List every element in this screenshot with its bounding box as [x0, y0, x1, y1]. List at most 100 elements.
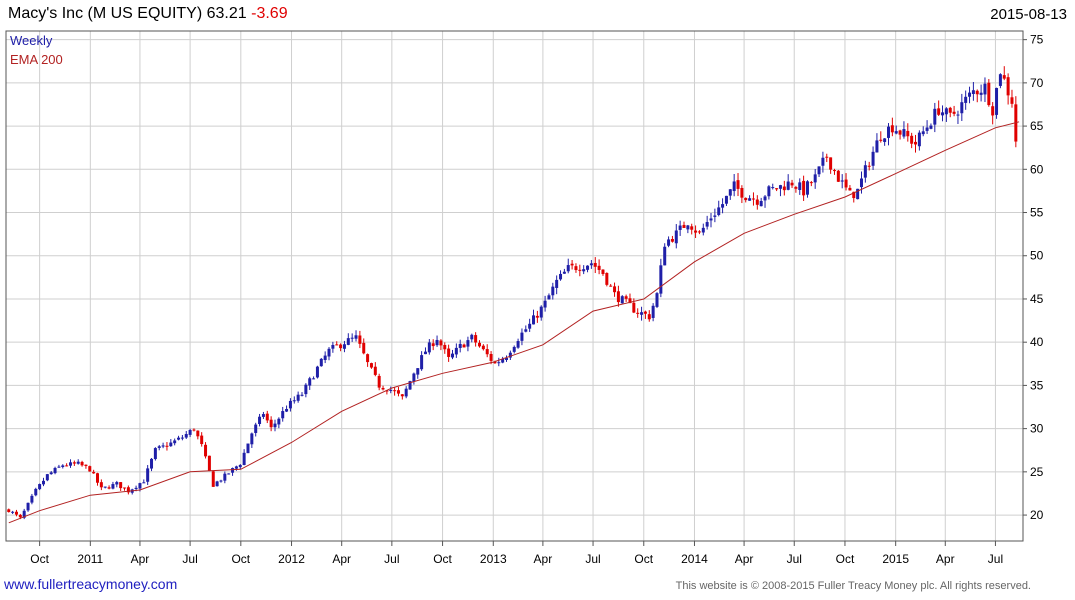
candle-body — [566, 265, 570, 272]
candle-body — [1006, 77, 1010, 96]
candle-body — [790, 182, 794, 186]
candle-body — [755, 199, 759, 205]
candle-body — [215, 481, 219, 487]
candle-body — [373, 366, 377, 375]
candle-body — [80, 461, 84, 466]
candle-body — [890, 125, 894, 133]
candle-body — [447, 348, 451, 357]
candle-body — [223, 473, 227, 481]
candle-body — [728, 189, 732, 196]
candle-body — [991, 106, 995, 116]
candle-body — [971, 90, 975, 94]
y-tick-label: 75 — [1030, 33, 1044, 47]
candle-body — [605, 272, 609, 285]
candle-body — [674, 230, 678, 244]
candle-body — [34, 488, 38, 496]
candle-body — [894, 131, 898, 134]
candle-body — [898, 130, 902, 135]
x-tick-label: 2014 — [681, 552, 708, 566]
candle-body — [196, 430, 200, 437]
candle-body — [667, 239, 671, 246]
candle-body — [937, 108, 941, 115]
candle-body — [462, 344, 466, 348]
candle-body — [983, 83, 987, 95]
candle-body — [867, 165, 871, 167]
candle-body — [30, 495, 34, 503]
candle-body — [968, 92, 972, 97]
candle-body — [450, 353, 454, 358]
candle-body — [150, 458, 154, 469]
candles — [7, 66, 1018, 520]
candle-body — [146, 468, 150, 482]
candle-body — [188, 429, 192, 435]
candle-body — [308, 378, 312, 386]
candle-body — [512, 346, 516, 352]
candle-body — [643, 311, 647, 314]
candle-body — [524, 329, 528, 332]
ema-line — [8, 121, 1020, 524]
candle-body — [377, 375, 381, 388]
candle-body — [744, 197, 748, 201]
candle-body — [821, 157, 825, 166]
candle-body — [902, 129, 906, 137]
candle-body — [802, 180, 806, 196]
candle-body — [914, 141, 918, 145]
candle-body — [354, 335, 358, 339]
candle-body — [670, 239, 674, 242]
candle-body — [246, 443, 250, 454]
candle-body — [863, 165, 867, 178]
candle-body — [265, 413, 269, 421]
candle-body — [640, 312, 644, 315]
legend: Weekly EMA 200 — [10, 33, 63, 67]
candle-body — [238, 464, 242, 468]
candle-body — [844, 179, 848, 188]
candle-body — [68, 462, 72, 466]
candle-body — [879, 139, 883, 141]
candle-body — [732, 181, 736, 192]
candle-body — [134, 487, 138, 489]
candle-body — [153, 448, 157, 460]
candle-body — [250, 433, 254, 445]
candle-body — [859, 178, 863, 188]
plot-frame — [5, 30, 1024, 542]
candle-body — [497, 362, 501, 364]
candle-body — [829, 157, 833, 170]
candle-body — [736, 180, 740, 189]
candle-body — [281, 411, 285, 419]
candle-body — [41, 480, 45, 485]
x-tick-label: Apr — [534, 552, 553, 566]
candle-body — [285, 408, 289, 412]
site-link[interactable]: www.fullertreacymoney.com — [4, 576, 177, 592]
candle-body — [624, 296, 628, 299]
candle-body — [528, 323, 532, 329]
candle-body — [115, 482, 119, 485]
candle-body — [832, 170, 836, 172]
candle-body — [184, 434, 188, 438]
candle-body — [443, 344, 447, 350]
candle-body — [767, 186, 771, 197]
candle-body — [995, 87, 999, 115]
candle-body — [906, 130, 910, 137]
candle-body — [620, 296, 624, 304]
candle-body — [562, 271, 566, 274]
candle-body — [72, 462, 76, 464]
candle-body — [342, 344, 346, 349]
candle-body — [11, 511, 15, 513]
candle-body — [200, 435, 204, 445]
candle-body — [613, 286, 617, 293]
candle-body — [632, 302, 636, 313]
candle-body — [740, 187, 744, 198]
candle-body — [38, 484, 42, 490]
candle-body — [103, 486, 107, 488]
candle-body — [786, 181, 790, 190]
candle-body — [724, 195, 728, 204]
candle-body — [335, 344, 339, 346]
candle-body — [49, 472, 53, 475]
candle-body — [312, 378, 316, 380]
candle-body — [952, 111, 956, 114]
candle-body — [393, 390, 397, 392]
candle-body — [76, 461, 80, 464]
candle-body — [323, 355, 327, 361]
candle-body — [84, 464, 88, 466]
candle-body — [748, 198, 752, 201]
